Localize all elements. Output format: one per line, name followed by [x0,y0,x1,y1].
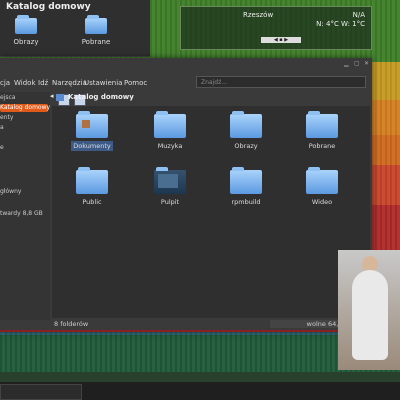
breadcrumb: ◂ Katalog domowy [50,92,370,104]
breadcrumb-current[interactable]: Katalog domowy [68,93,134,101]
background-folder-obrazy[interactable]: Obrazy [6,15,46,46]
status-bar: 8 folderów wolne 64,7 GB [52,320,370,330]
sidebar-item-home[interactable]: Katalog domowy [0,104,50,112]
places-sidebar: ejsca Katalog domowy enty a e główny twa… [0,92,50,320]
folder-icon [85,15,107,34]
search-input[interactable]: Znajdź... [196,76,366,88]
weather-city: Rzeszów [243,11,274,19]
documents-folder-icon [76,111,108,138]
weather-control-bar[interactable]: ◀ ▪ ▶ [261,37,301,43]
file-item-dokumenty[interactable]: Dokumenty [62,111,122,151]
folder-icon [306,111,338,138]
background-folder-pobrane[interactable]: Pobrane [76,15,116,46]
desktop-folder-icon [154,167,186,194]
minimize-icon[interactable]: ▁ [344,60,349,67]
menu-view[interactable]: Widok [14,79,36,87]
sidebar-item-music[interactable]: a [0,124,4,132]
sidebar-item-trash[interactable]: e [0,144,4,152]
folder-icon [154,111,186,138]
weather-widget[interactable]: Rzeszów N/A N: 4°C W: 1°C ◀ ▪ ▶ [180,6,372,50]
folder-icon [76,167,108,194]
person-figure [352,270,388,360]
file-item-pulpit[interactable]: Pulpit [140,167,200,206]
folder-icon [230,111,262,138]
file-item-pobrane[interactable]: Pobrane [292,111,352,150]
desktop-floor [0,372,400,382]
sidebar-places-header: ejsca [0,94,16,101]
file-item-public[interactable]: Public [62,167,122,206]
weather-temperature: N: 4°C W: 1°C [316,20,365,28]
menu-edit[interactable]: cja [0,79,10,87]
file-manager-window[interactable]: ▁ ▢ ✕ cja Widok Idź Narzędzia Ustawienia… [0,58,372,332]
home-icon[interactable] [56,94,64,101]
sidebar-item-root[interactable]: główny [0,188,21,196]
folder-icon [15,15,37,34]
bottom-panel [0,382,400,400]
folder-icon [230,167,262,194]
file-item-obrazy[interactable]: Obrazy [216,111,276,150]
back-arrow-icon[interactable]: ◂ [50,92,54,100]
file-item-rpmbuild[interactable]: rpmbuild [216,167,276,206]
file-item-wideo[interactable]: Wideo [292,167,352,206]
background-window-title: Katalog domowy [6,2,91,12]
menu-help[interactable]: Pomoc [124,79,147,87]
menu-settings[interactable]: Ustawienia [84,79,122,87]
desktop-photo [338,250,400,370]
weather-status: N/A [352,11,365,19]
menu-go[interactable]: Idź [38,79,48,87]
background-file-window[interactable]: Katalog domowy Obrazy Pobrane [0,0,150,57]
close-icon[interactable]: ✕ [364,60,369,67]
folder-count: 8 folderów [54,320,89,328]
file-view[interactable]: Dokumenty Muzyka Obrazy Pobrane Public P… [52,106,370,318]
maximize-icon[interactable]: ▢ [354,60,360,67]
file-item-muzyka[interactable]: Muzyka [140,111,200,150]
taskbar-item[interactable] [0,384,82,400]
sidebar-item-disk[interactable]: twardy 8,8 GB [0,210,43,218]
menu-tools[interactable]: Narzędzia [52,79,87,87]
folder-icon [306,167,338,194]
sidebar-item-documents[interactable]: enty [0,114,13,122]
